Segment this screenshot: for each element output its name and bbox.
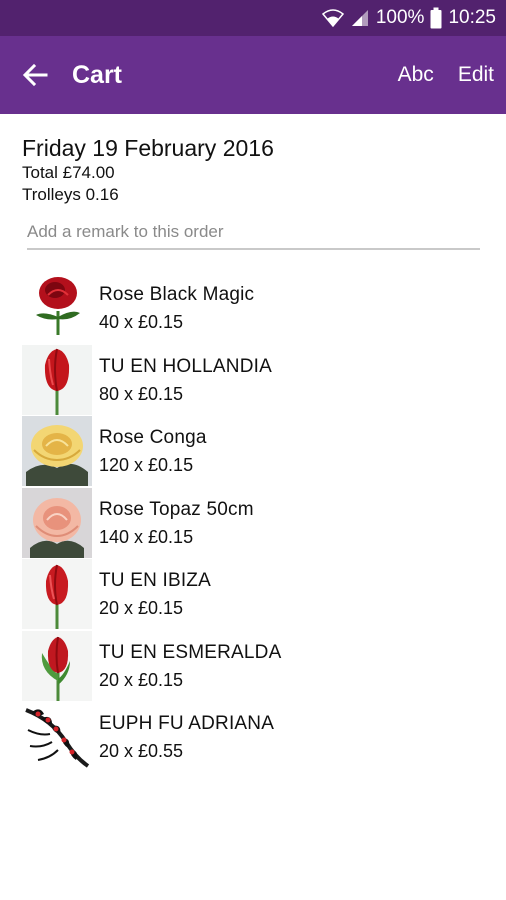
item-quantity-price: 20 x £0.55: [99, 741, 184, 761]
page-title: Cart: [72, 60, 123, 89]
battery-icon: [430, 7, 442, 29]
clock: 10:25: [448, 7, 496, 28]
item-name: Rose Conga: [99, 427, 207, 448]
remark-input[interactable]: [27, 216, 480, 250]
battery-percent: 100%: [375, 7, 425, 28]
item-name: EUPH FU ADRIANA: [99, 713, 275, 734]
item-name: Rose Black Magic: [99, 284, 255, 305]
cart-list: Rose Black Magic 40 x £0.15 TU EN HOLLAN…: [22, 273, 484, 774]
app-bar: Cart Abc Edit: [0, 36, 506, 114]
item-name: TU EN HOLLANDIA: [99, 355, 272, 377]
cart-item[interactable]: EUPH FU ADRIANA 20 x £0.55: [22, 702, 484, 774]
item-quantity-price: 140 x £0.15: [99, 526, 194, 547]
red-tulip-leaves-icon: [22, 630, 92, 701]
euphorbia-icon: [22, 702, 92, 772]
cart-item[interactable]: Rose Conga 120 x £0.15: [22, 416, 484, 488]
cart-item[interactable]: Rose Black Magic 40 x £0.15: [22, 273, 484, 345]
signal-icon: [350, 8, 370, 28]
edit-button[interactable]: Edit: [446, 36, 506, 114]
cart-item[interactable]: TU EN IBIZA 20 x £0.15: [22, 559, 484, 631]
item-name: TU EN IBIZA: [99, 570, 211, 591]
order-details: Friday 19 February 2016 Total £74.00 Tro…: [22, 114, 484, 774]
item-quantity-price: 80 x £0.15: [99, 383, 184, 404]
peach-rose-icon: [22, 487, 92, 558]
item-quantity-price: 20 x £0.15: [99, 669, 184, 690]
red-tulip-icon: [22, 559, 92, 629]
item-name: Rose Topaz 50cm: [99, 498, 254, 520]
item-quantity-price: 120 x £0.15: [99, 455, 194, 475]
back-button[interactable]: [0, 36, 70, 114]
item-quantity-price: 20 x £0.15: [99, 598, 184, 618]
status-bar: 100% 10:25: [0, 0, 506, 36]
red-rose-icon: [22, 273, 92, 343]
order-date: Friday 19 February 2016: [22, 135, 274, 161]
item-name: TU EN ESMERALDA: [99, 641, 282, 663]
order-total: Total £74.00: [22, 163, 115, 182]
arrow-back-icon: [22, 63, 48, 87]
red-tulip-icon: [22, 344, 92, 415]
order-trolleys: Trolleys 0.16: [22, 185, 119, 204]
abc-button[interactable]: Abc: [386, 36, 446, 114]
cart-item[interactable]: TU EN HOLLANDIA 80 x £0.15: [22, 344, 484, 417]
cart-item[interactable]: TU EN ESMERALDA 20 x £0.15: [22, 630, 484, 703]
wifi-icon: [321, 8, 344, 28]
yellow-rose-icon: [22, 416, 92, 486]
item-quantity-price: 40 x £0.15: [99, 312, 184, 332]
cart-item[interactable]: Rose Topaz 50cm 140 x £0.15: [22, 487, 484, 560]
